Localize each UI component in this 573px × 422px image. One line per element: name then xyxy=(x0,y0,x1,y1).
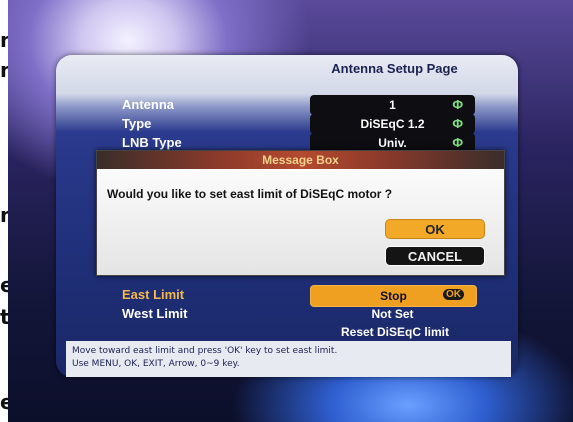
message-box-title: Message Box xyxy=(97,151,504,169)
lnb-type-label: LNB Type xyxy=(122,135,182,150)
antenna-value-text: 1 xyxy=(389,98,396,112)
help-hint: Move toward east limit and press 'OK' ke… xyxy=(66,341,511,377)
phi-icon: Φ xyxy=(452,116,463,131)
help-hint-line-1: Move toward east limit and press 'OK' ke… xyxy=(72,346,338,356)
reset-diseqc-limit[interactable]: Reset DiSEqC limit xyxy=(300,322,490,342)
west-limit-value-text: Not Set xyxy=(371,307,414,321)
cancel-button[interactable]: CANCEL xyxy=(385,246,485,266)
type-label: Type xyxy=(122,116,152,131)
ok-button[interactable]: OK xyxy=(385,219,485,239)
west-limit-label: West Limit xyxy=(122,306,188,321)
help-hint-line-2: Use MENU, OK, EXIT, Arrow, 0~9 key. xyxy=(72,359,240,369)
type-value[interactable]: DiSEqC 1.2 Φ xyxy=(310,114,475,134)
type-value-text: DiSEqC 1.2 xyxy=(360,117,425,131)
east-limit-label: East Limit xyxy=(122,287,185,302)
message-box-dialog: Message Box Would you like to set east l… xyxy=(96,150,505,276)
tv-screen: Antenna Setup Page Antenna 1 Φ Type DiSE… xyxy=(8,0,573,422)
east-limit-value-text: Stop xyxy=(380,289,407,303)
phi-icon: Φ xyxy=(452,97,463,112)
antenna-label: Antenna xyxy=(122,97,174,112)
phi-icon: Φ xyxy=(452,135,463,150)
antenna-value[interactable]: 1 Φ xyxy=(310,95,475,115)
ok-key-icon: OK xyxy=(443,289,464,300)
page-title: Antenna Setup Page xyxy=(331,60,458,76)
reset-diseqc-limit-text: Reset DiSEqC limit xyxy=(340,325,450,339)
message-box-text: Would you like to set east limit of DiSE… xyxy=(107,187,393,201)
hidden-row xyxy=(122,275,482,285)
west-limit-value[interactable]: Not Set xyxy=(310,304,475,324)
lnb-type-value-text: Univ. xyxy=(378,136,407,150)
